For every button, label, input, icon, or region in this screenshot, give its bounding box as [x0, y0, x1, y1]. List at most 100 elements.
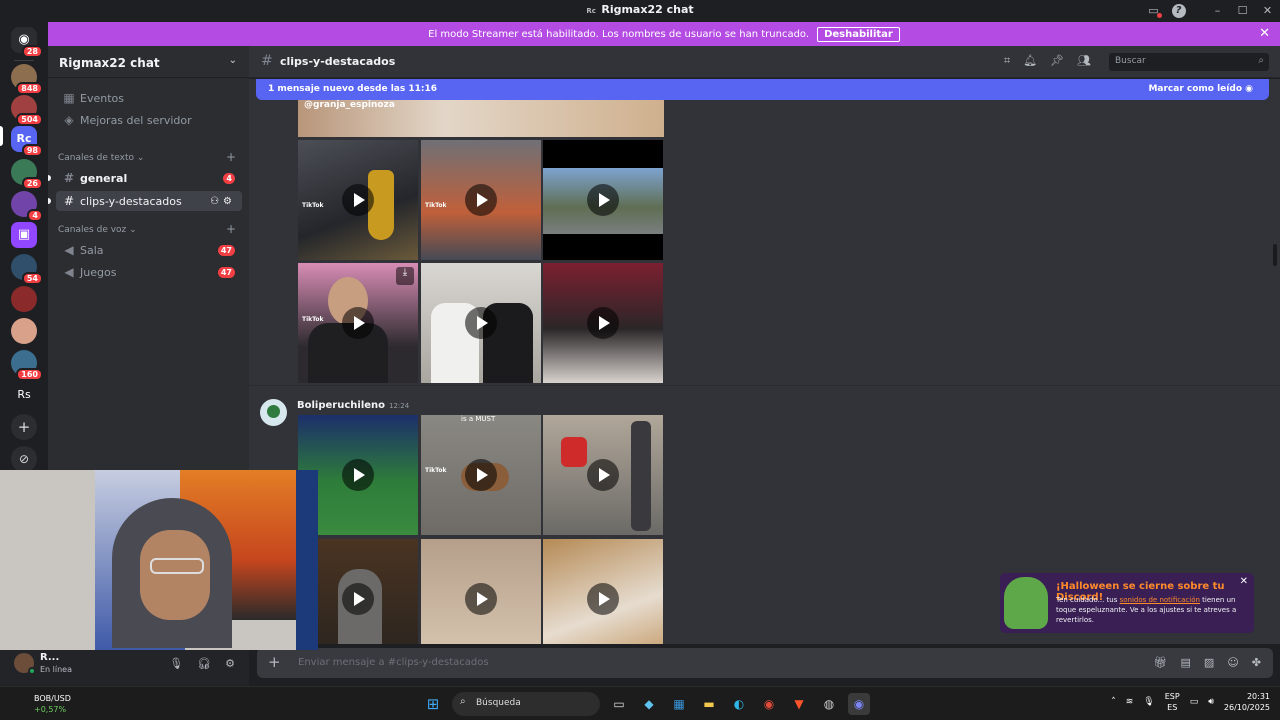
- threads-icon[interactable]: ⌗: [1004, 54, 1010, 68]
- task-view-icon[interactable]: ▭: [608, 693, 630, 715]
- headphones-icon[interactable]: 🎧︎: [197, 657, 211, 670]
- close-icon[interactable]: ✕: [1259, 26, 1270, 41]
- apps-icon[interactable]: ✤: [1252, 656, 1261, 669]
- video-attachment[interactable]: TikTok ⤓: [298, 263, 418, 383]
- gear-icon[interactable]: ⚙: [225, 657, 235, 670]
- server-rigmax22[interactable]: Rc 98: [11, 126, 43, 157]
- clock[interactable]: 20:31 26/10/2025: [1224, 691, 1270, 713]
- network-icon[interactable]: ≋: [1126, 697, 1134, 707]
- server-icon[interactable]: 54: [11, 254, 43, 285]
- channel-general[interactable]: # general 4: [56, 168, 242, 188]
- video-attachment[interactable]: TikTok: [298, 140, 418, 260]
- volume-icon[interactable]: 🔊︎: [1208, 697, 1214, 707]
- add-channel-icon[interactable]: +: [226, 222, 236, 236]
- store-icon[interactable]: ▦: [668, 693, 690, 715]
- microphone-icon[interactable]: 🎙︎: [169, 657, 183, 670]
- disable-button[interactable]: Deshabilitar: [817, 26, 900, 42]
- video-attachment[interactable]: [543, 539, 663, 644]
- search-input[interactable]: Buscar ⌕: [1109, 53, 1269, 71]
- channel-clips-y-destacados[interactable]: # clips-y-destacados ⚇⚙: [56, 191, 242, 211]
- obs-icon[interactable]: ◍: [818, 693, 840, 715]
- video-attachment[interactable]: TikTok: [421, 140, 541, 260]
- avatar[interactable]: [260, 399, 287, 426]
- download-icon[interactable]: ⤓: [396, 267, 414, 285]
- discover-icon[interactable]: ⊘: [11, 446, 37, 472]
- user-avatar[interactable]: [14, 653, 36, 675]
- close-icon[interactable]: ✕: [1240, 576, 1248, 587]
- server-rs[interactable]: Rs: [11, 382, 37, 408]
- chevron-up-icon[interactable]: ˄: [1111, 697, 1116, 707]
- halloween-toast[interactable]: ¡Halloween se cierne sobre tu Discord! T…: [1000, 573, 1254, 633]
- windows-start-icon[interactable]: ⊞: [422, 693, 444, 715]
- gif-icon[interactable]: ▤: [1181, 656, 1191, 669]
- voice-channel-juegos[interactable]: ◀ Juegos 47: [56, 262, 242, 282]
- file-explorer-icon[interactable]: ▬: [698, 693, 720, 715]
- play-icon[interactable]: [342, 459, 374, 491]
- server-icon[interactable]: [11, 318, 37, 344]
- edge-icon[interactable]: ◐: [728, 693, 750, 715]
- new-messages-bar[interactable]: 1 mensaje nuevo desde las 11:16 Marcar co…: [256, 79, 1269, 100]
- taskbar-search[interactable]: ⌕ Búsqueda: [452, 692, 600, 716]
- video-attachment[interactable]: is a MUST TikTok: [421, 415, 541, 535]
- pin-icon[interactable]: 📌︎: [1050, 54, 1064, 68]
- members-icon[interactable]: 👥︎: [1077, 54, 1091, 68]
- microphone-icon[interactable]: 🎙︎: [1143, 697, 1154, 707]
- play-icon[interactable]: [465, 459, 497, 491]
- copilot-icon[interactable]: ◆: [638, 693, 660, 715]
- play-icon[interactable]: [465, 307, 497, 339]
- video-attachment[interactable]: [543, 140, 663, 260]
- gift-icon[interactable]: 🎁︎: [1154, 656, 1168, 669]
- video-attachment[interactable]: [421, 539, 541, 644]
- play-icon[interactable]: [342, 307, 374, 339]
- play-icon[interactable]: [342, 583, 374, 615]
- sticker-icon[interactable]: ▨: [1204, 656, 1214, 669]
- play-icon[interactable]: [587, 307, 619, 339]
- add-server-icon[interactable]: +: [11, 414, 37, 440]
- play-icon[interactable]: [587, 583, 619, 615]
- server-icon[interactable]: 504: [11, 95, 43, 126]
- bell-icon[interactable]: 🔔︎: [1023, 54, 1037, 68]
- inbox-icon[interactable]: ▭: [1141, 4, 1166, 18]
- guild-header[interactable]: Rigmax22 chat ⌄: [48, 46, 249, 78]
- boosts-item[interactable]: ◈ Mejoras del servidor: [56, 110, 242, 130]
- voice-category[interactable]: Canales de voz ⌄ +: [58, 222, 236, 236]
- play-icon[interactable]: [465, 583, 497, 615]
- server-icon[interactable]: [11, 286, 37, 312]
- ticker-widget[interactable]: BOB/USD +0,57%: [12, 693, 71, 715]
- attach-plus-icon[interactable]: +: [268, 653, 281, 671]
- chrome-icon[interactable]: ◉: [758, 693, 780, 715]
- toast-link[interactable]: sonidos de notificación: [1120, 596, 1200, 604]
- video-attachment[interactable]: @granja_espinoza: [298, 94, 664, 137]
- author-name[interactable]: Boliperuchileno: [297, 400, 385, 411]
- scrollbar-thumb[interactable]: [1273, 244, 1277, 266]
- play-icon[interactable]: [342, 184, 374, 216]
- message-composer[interactable]: + Enviar mensaje a #clips-y-destacados 🎁…: [257, 648, 1273, 678]
- text-category[interactable]: Canales de texto ⌄ +: [58, 150, 236, 164]
- username[interactable]: R...: [40, 652, 59, 663]
- brave-icon[interactable]: ▼: [788, 693, 810, 715]
- events-item[interactable]: ▦ Eventos: [56, 88, 242, 108]
- display-icon[interactable]: ▭: [1190, 697, 1199, 707]
- discord-taskbar-icon[interactable]: ◉: [848, 693, 870, 715]
- help-icon[interactable]: ?: [1166, 3, 1191, 18]
- server-icon[interactable]: 4: [11, 191, 43, 222]
- emoji-icon[interactable]: ☺: [1227, 656, 1238, 669]
- video-attachment[interactable]: [543, 415, 663, 535]
- minimize-button[interactable]: –: [1205, 4, 1230, 17]
- video-attachment[interactable]: [421, 263, 541, 383]
- mark-read-button[interactable]: Marcar como leído ◉: [1148, 84, 1253, 94]
- maximize-button[interactable]: ☐: [1230, 4, 1255, 17]
- language-indicator[interactable]: ESP ES: [1165, 691, 1180, 713]
- play-icon[interactable]: [587, 459, 619, 491]
- video-attachment[interactable]: [543, 263, 663, 383]
- channel-settings-icons[interactable]: ⚇⚙: [210, 196, 236, 207]
- voice-channel-sala[interactable]: ◀ Sala 47: [56, 240, 242, 260]
- add-channel-icon[interactable]: +: [226, 150, 236, 164]
- play-icon[interactable]: [465, 184, 497, 216]
- server-icon[interactable]: 848: [11, 64, 43, 95]
- server-icon[interactable]: 26: [11, 159, 43, 190]
- close-window-button[interactable]: ✕: [1255, 4, 1280, 17]
- twitch-server-icon[interactable]: ▣: [11, 222, 37, 248]
- server-icon[interactable]: 160: [11, 350, 43, 381]
- play-icon[interactable]: [587, 184, 619, 216]
